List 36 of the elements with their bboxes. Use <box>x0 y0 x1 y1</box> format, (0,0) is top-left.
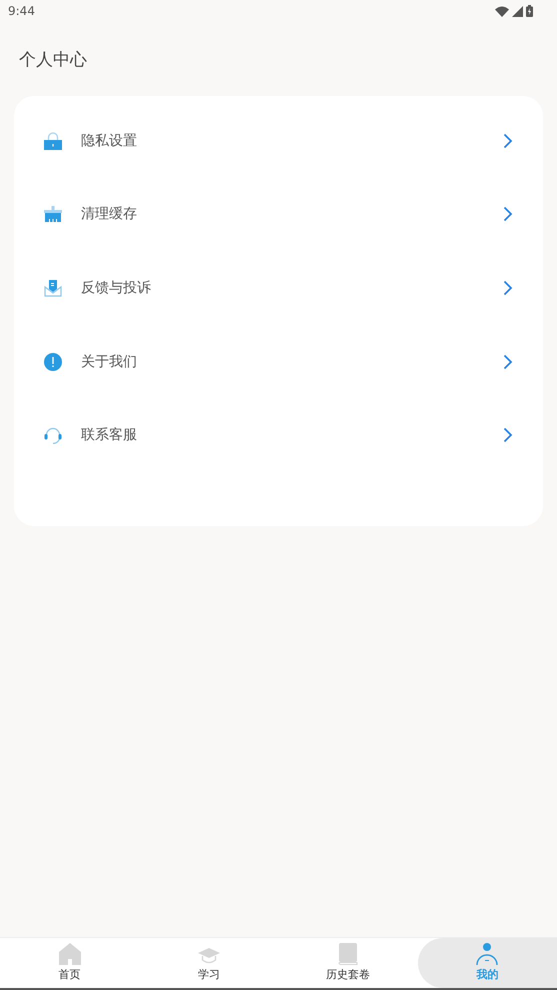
lock-icon <box>44 132 62 150</box>
chevron-right-icon <box>503 427 513 444</box>
menu-label: 清理缓存 <box>81 205 138 224</box>
chevron-right-icon <box>503 132 513 149</box>
nav-tab[interactable]: 首页 <box>0 938 140 988</box>
menu-item[interactable]: 关于我们 <box>14 324 543 398</box>
tab-label: 历史套卷 <box>326 967 370 982</box>
tab-label: 学习 <box>198 967 220 982</box>
menu-item[interactable]: 联系客服 <box>14 398 543 472</box>
menu-item[interactable]: 清理缓存 <box>14 178 543 252</box>
headset-icon <box>44 426 62 444</box>
menu-label: 联系客服 <box>81 426 138 444</box>
info-icon <box>44 352 62 371</box>
person-icon <box>476 943 498 965</box>
book-icon <box>338 943 358 965</box>
brush-icon <box>44 206 62 222</box>
page-title: 个人中心 <box>18 49 88 70</box>
chevron-right-icon <box>503 354 513 370</box>
status-time: 9:44 <box>8 4 35 18</box>
menu-item[interactable]: 反馈与投诉 <box>14 251 543 325</box>
signal-icon <box>512 6 523 16</box>
menu-label: 关于我们 <box>81 352 138 371</box>
envelope-icon <box>44 278 62 297</box>
menu-item[interactable]: 隐私设置 <box>14 104 543 178</box>
tab-label: 首页 <box>58 967 81 982</box>
graduation-cap-icon <box>198 947 220 965</box>
battery-icon <box>526 5 533 17</box>
menu-label: 反馈与投诉 <box>81 278 152 297</box>
chevron-right-icon <box>503 280 513 296</box>
tab-label: 我的 <box>476 967 498 982</box>
menu-label: 隐私设置 <box>81 132 138 150</box>
chevron-right-icon <box>503 206 513 222</box>
home-icon <box>58 943 81 965</box>
wifi-icon <box>495 6 509 16</box>
nav-tab[interactable]: 历史套卷 <box>278 938 418 988</box>
nav-tab[interactable]: 学习 <box>139 938 278 988</box>
